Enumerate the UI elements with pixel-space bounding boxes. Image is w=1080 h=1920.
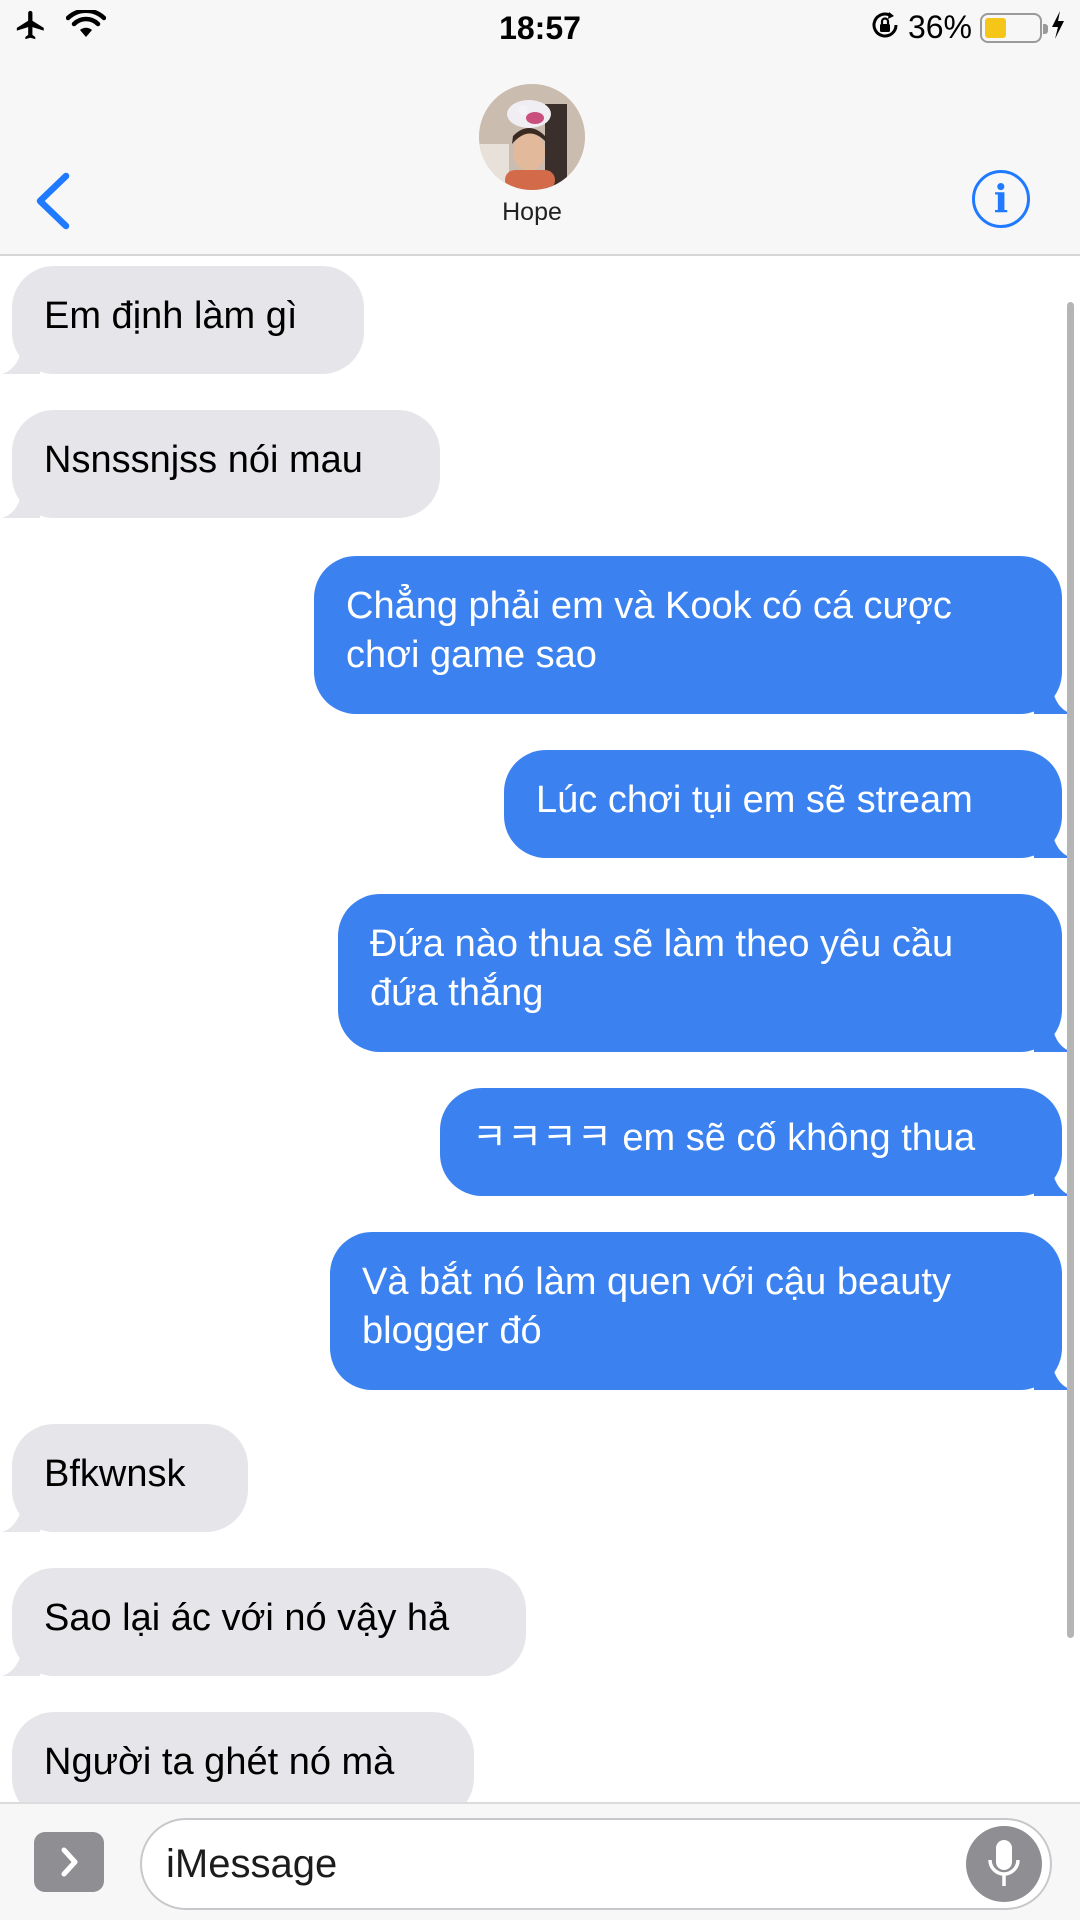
- contact-name[interactable]: Hope: [0, 198, 1064, 227]
- message-bubble-received[interactable]: Người ta ghét nó mà: [12, 1712, 474, 1802]
- bubble-tail: [2, 334, 40, 374]
- bubble-tail: [19, 1780, 40, 1802]
- message-text: Bfkwnsk: [44, 1453, 186, 1495]
- message-text: Nsnssnjss nói mau: [44, 439, 363, 481]
- message-text: Em định làm gì: [44, 295, 298, 337]
- message-bubble-received[interactable]: Sao lại ác với nó vậy hả: [2, 1568, 526, 1676]
- contact-avatar[interactable]: [479, 84, 585, 190]
- info-button[interactable]: i: [972, 170, 1030, 228]
- message-text: Sao lại ác với nó vậy hả: [44, 1597, 450, 1639]
- bubble-tail: [2, 1492, 40, 1532]
- message-bubble-sent[interactable]: Chẳng phải em và Kook có cá cược chơi ga…: [314, 556, 1072, 714]
- battery-icon: [980, 12, 1048, 43]
- message-bubble-sent[interactable]: Lúc chơi tụi em sẽ stream: [504, 750, 1072, 858]
- chevron-right-icon: [61, 1847, 78, 1877]
- message-text-line: Chẳng phải em và Kook có cá cược: [346, 585, 952, 627]
- bubble-tail: [2, 1636, 40, 1676]
- scroll-indicator[interactable]: [1067, 302, 1074, 1638]
- message-text-line: đứa thắng: [370, 972, 544, 1014]
- message-bubble-sent[interactable]: Đứa nào thua sẽ làm theo yêu cầu đứa thắ…: [338, 894, 1072, 1052]
- message-bubble-received[interactable]: Bfkwnsk: [2, 1424, 248, 1532]
- dictation-button[interactable]: [966, 1826, 1042, 1902]
- status-bar: 18:57 36%: [0, 0, 1080, 54]
- message-bubble-sent[interactable]: Và bắt nó làm quen với cậu beauty blogge…: [330, 1232, 1072, 1390]
- message-text-line: chơi game sao: [346, 634, 597, 676]
- battery-level: [985, 17, 1006, 38]
- charging-icon: [1050, 10, 1066, 45]
- microphone-icon: [988, 1840, 1020, 1886]
- orientation-lock-icon: [870, 10, 900, 45]
- compose-bar: [0, 1802, 1080, 1920]
- expand-apps-button[interactable]: [34, 1832, 104, 1892]
- message-input[interactable]: [166, 1820, 966, 1908]
- bubble-tail: [2, 478, 40, 518]
- battery-percentage: 36%: [907, 9, 972, 45]
- message-text: Lúc chơi tụi em sẽ stream: [536, 779, 973, 821]
- conversation-header: Hope i: [0, 54, 1080, 256]
- message-bubble-received[interactable]: Em định làm gì: [2, 266, 364, 374]
- battery-cap: [1043, 23, 1048, 34]
- message-text: ㅋㅋㅋㅋ em sẽ cố không thua: [472, 1117, 976, 1159]
- message-text-line: Và bắt nó làm quen với cậu beauty: [362, 1261, 951, 1303]
- message-text-line: Đứa nào thua sẽ làm theo yêu cầu: [370, 923, 954, 965]
- message-text: Người ta ghét nó mà: [44, 1741, 395, 1783]
- status-right: 36%: [870, 9, 1066, 46]
- message-text-line: blogger đó: [362, 1310, 542, 1352]
- message-bubble-received[interactable]: Nsnssnjss nói mau: [2, 410, 440, 518]
- message-thread[interactable]: Em định làm gì Nsnssnjss nói mau Chẳng p…: [0, 258, 1080, 1802]
- message-field[interactable]: [140, 1818, 1052, 1910]
- message-bubble-sent[interactable]: ㅋㅋㅋㅋ em sẽ cố không thua: [440, 1088, 1072, 1196]
